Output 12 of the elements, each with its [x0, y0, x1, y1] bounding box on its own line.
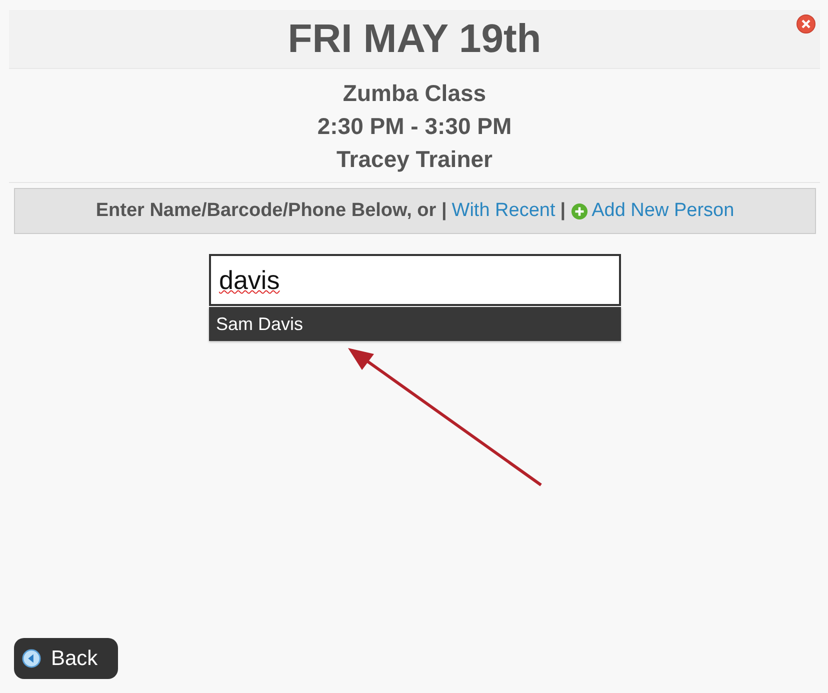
suggestion-item[interactable]: Sam Davis [209, 307, 621, 341]
class-info-text: 2:30 PM - 3:30 PM [317, 112, 512, 141]
date-title: FRI MAY 19th [288, 16, 542, 62]
back-button[interactable]: Back [14, 638, 118, 679]
class-info-text: Tracey Trainer [336, 145, 492, 174]
plus-icon [570, 202, 588, 220]
prompt-text: Enter Name/Barcode/Phone Below, or | [96, 200, 447, 222]
back-icon [22, 649, 41, 668]
class-info-text: Zumba Class [342, 79, 486, 108]
search-field[interactable]: davis [209, 254, 621, 306]
close-icon[interactable] [796, 14, 816, 34]
separator-text: | [560, 200, 566, 222]
